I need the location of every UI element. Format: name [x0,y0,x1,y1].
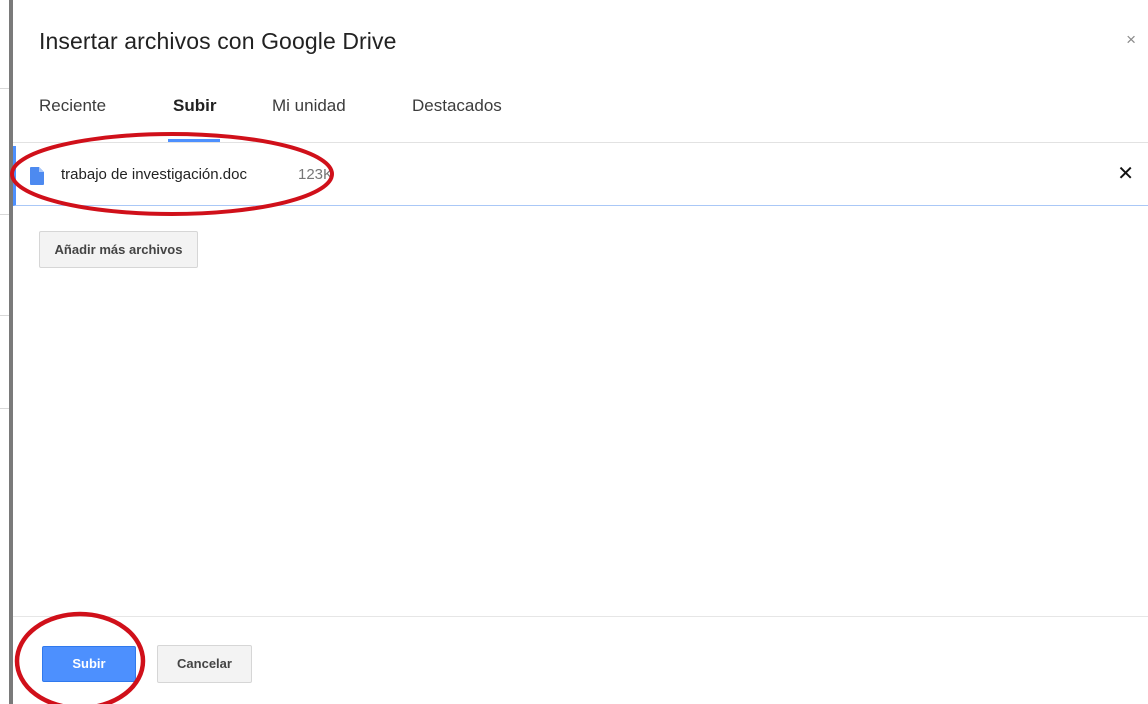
file-name: trabajo de investigación.doc [61,166,247,183]
doc-icon [30,167,44,185]
remove-file-icon[interactable]: ✕ [1117,162,1134,186]
file-size: 123K [298,166,334,183]
tab-recent[interactable]: Reciente [39,96,106,116]
insert-files-dialog: Insertar archivos con Google Drive × Rec… [9,0,1148,704]
dialog-footer: Subir Cancelar [13,616,1148,704]
active-tab-indicator [168,139,220,142]
tab-starred[interactable]: Destacados [412,96,502,116]
cancel-button[interactable]: Cancelar [157,645,252,683]
page: Insertar archivos con Google Drive × Rec… [0,0,1148,704]
upload-button[interactable]: Subir [42,646,136,682]
tab-upload[interactable]: Subir [173,96,216,116]
add-more-files-button[interactable]: Añadir más archivos [39,231,198,268]
close-icon[interactable]: × [1126,30,1136,50]
upload-file-row[interactable]: trabajo de investigación.doc 123K ✕ [13,146,1148,206]
tab-my-drive[interactable]: Mi unidad [272,96,346,116]
tab-bar: Reciente Subir Mi unidad Destacados [13,86,1148,143]
dialog-title: Insertar archivos con Google Drive [39,28,397,54]
